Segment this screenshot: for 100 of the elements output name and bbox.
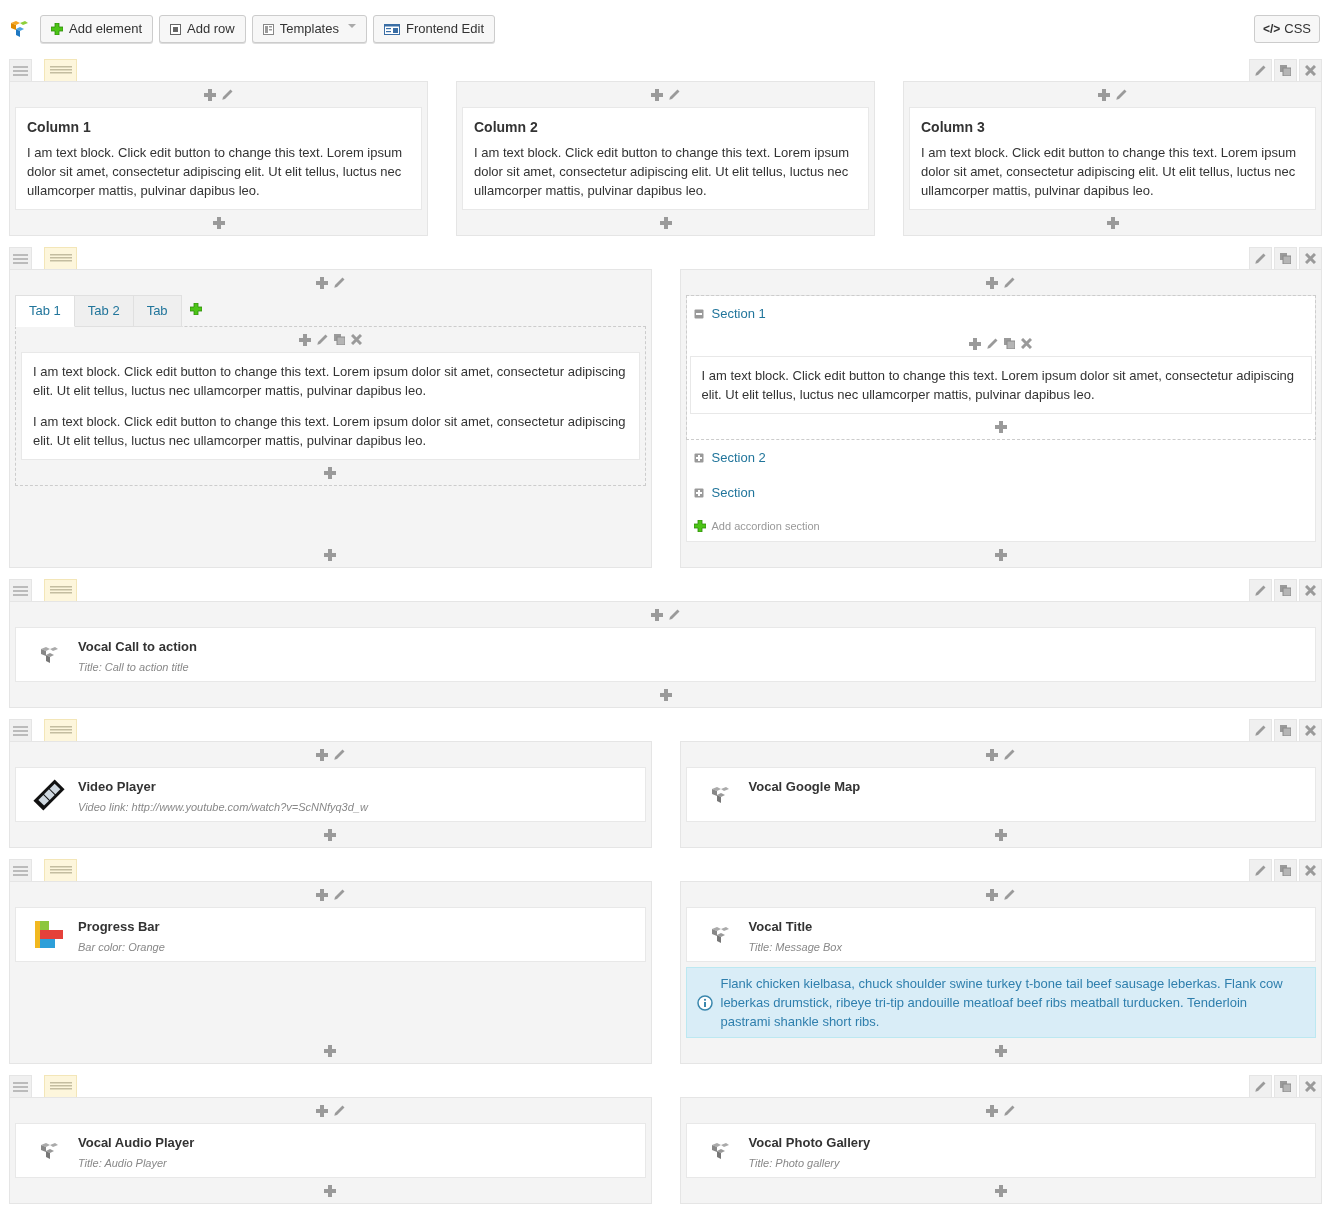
pencil-icon[interactable] <box>1255 725 1266 736</box>
pencil-icon[interactable] <box>669 609 680 620</box>
layout-selector[interactable] <box>44 579 77 601</box>
plus-icon[interactable] <box>1098 88 1110 101</box>
delete-icon[interactable] <box>1305 865 1316 876</box>
pencil-icon[interactable] <box>1004 889 1016 900</box>
plus-icon[interactable] <box>986 276 999 289</box>
plus-icon[interactable] <box>659 216 672 229</box>
clone-icon[interactable] <box>1004 338 1016 349</box>
pencil-icon[interactable] <box>316 334 328 345</box>
toolbar-button[interactable]: Templates <box>251 15 367 43</box>
pencil-icon[interactable] <box>333 1105 345 1116</box>
pencil-icon[interactable] <box>1004 1105 1016 1116</box>
section-title[interactable]: Section 1 <box>711 303 766 324</box>
pencil-icon[interactable] <box>1116 89 1127 100</box>
plus-icon[interactable] <box>315 748 328 761</box>
pencil-icon[interactable] <box>1004 749 1016 760</box>
plus-icon[interactable] <box>994 828 1007 841</box>
toolbar-button[interactable]: Frontend Edit <box>372 15 495 43</box>
plus-icon[interactable] <box>659 688 672 701</box>
pencil-icon[interactable] <box>1255 585 1266 596</box>
plus-icon[interactable] <box>994 548 1007 561</box>
layout-selector[interactable] <box>44 859 77 881</box>
section-title[interactable]: Section <box>711 482 755 503</box>
pencil-icon[interactable] <box>1255 865 1266 876</box>
add-section-icon[interactable] <box>693 520 706 532</box>
tab[interactable]: Tab 2 <box>73 295 134 327</box>
plus-icon[interactable] <box>986 888 999 901</box>
clone-icon[interactable] <box>333 334 345 345</box>
delete-icon[interactable] <box>1305 585 1316 596</box>
delete-icon[interactable] <box>1305 1081 1316 1092</box>
plus-icon[interactable] <box>1106 216 1119 229</box>
pencil-icon[interactable] <box>1004 277 1016 288</box>
clone-icon[interactable] <box>1280 865 1291 876</box>
layout-selector[interactable] <box>44 1075 77 1097</box>
tab[interactable]: Tab <box>132 295 182 327</box>
pencil-icon[interactable] <box>333 749 345 760</box>
expand-icon[interactable] <box>693 487 704 498</box>
pencil-icon[interactable] <box>1255 253 1266 264</box>
plus-icon[interactable] <box>324 1184 337 1197</box>
layout-selector[interactable] <box>44 59 77 81</box>
expand-icon[interactable] <box>693 452 704 463</box>
pencil-icon[interactable] <box>987 338 999 349</box>
drag-handle[interactable] <box>9 719 32 741</box>
plus-icon[interactable] <box>324 466 337 479</box>
plus-icon[interactable] <box>51 23 63 35</box>
delete-icon[interactable] <box>350 334 362 345</box>
plus-icon[interactable] <box>986 748 999 761</box>
pencil-icon[interactable] <box>1255 65 1266 76</box>
toolbar-button[interactable]: Add element <box>40 15 153 43</box>
plus-icon[interactable] <box>324 1044 337 1057</box>
css-button[interactable]: </> CSS <box>1253 15 1320 43</box>
drag-handle[interactable] <box>9 579 32 601</box>
plus-icon[interactable] <box>994 420 1007 433</box>
pencil-icon[interactable] <box>1255 1081 1266 1092</box>
widget-title: Vocal Photo Gallery <box>748 1134 871 1152</box>
add-tab-icon[interactable] <box>189 302 202 315</box>
block-title: Column 3 <box>921 118 986 137</box>
section-title[interactable]: Section 2 <box>711 447 766 468</box>
plus-icon[interactable] <box>315 888 328 901</box>
plus-icon[interactable] <box>651 608 663 621</box>
collapse-icon[interactable] <box>693 308 704 319</box>
clone-icon[interactable] <box>1280 1081 1291 1092</box>
plus-icon[interactable] <box>969 337 982 350</box>
tab[interactable]: Tab 1 <box>15 295 75 327</box>
pencil-icon[interactable] <box>333 277 345 288</box>
pencil-icon[interactable] <box>669 89 680 100</box>
plus-icon[interactable] <box>315 1104 328 1117</box>
plus-icon[interactable] <box>651 88 663 101</box>
clone-icon[interactable] <box>1280 65 1291 76</box>
plus-icon[interactable] <box>994 1044 1007 1057</box>
plus-icon[interactable] <box>324 548 337 561</box>
plus-icon[interactable] <box>204 88 216 101</box>
clone-icon[interactable] <box>1280 725 1291 736</box>
plus-icon[interactable] <box>212 216 225 229</box>
plus-icon[interactable] <box>994 1184 1007 1197</box>
plus-icon[interactable] <box>298 333 311 346</box>
delete-icon[interactable] <box>1305 65 1316 76</box>
drag-handle[interactable] <box>9 247 32 269</box>
plus-icon[interactable] <box>986 1104 999 1117</box>
delete-icon[interactable] <box>1021 338 1033 349</box>
toolbar-button[interactable]: Add row <box>159 15 246 43</box>
plus-icon[interactable] <box>315 276 328 289</box>
block-title: Column 1 <box>27 118 92 137</box>
widget-detail: Title: Photo gallery <box>748 1156 841 1171</box>
columns-layout-icon <box>49 254 72 263</box>
add-section-link[interactable]: Add accordion section <box>711 517 820 535</box>
clone-icon[interactable] <box>1280 585 1291 596</box>
drag-handle[interactable] <box>9 859 32 881</box>
layout-selector[interactable] <box>44 247 77 269</box>
drag-handle[interactable] <box>9 59 32 81</box>
delete-icon[interactable] <box>1305 253 1316 264</box>
pencil-icon[interactable] <box>333 889 345 900</box>
layout-selector[interactable] <box>44 719 77 741</box>
delete-icon[interactable] <box>1305 725 1316 736</box>
drag-handle[interactable] <box>9 1075 32 1097</box>
plus-icon[interactable] <box>324 828 337 841</box>
pencil-icon[interactable] <box>222 89 233 100</box>
paragraph: I am text block. Click edit button to change this text. Lorem ipsum dolor sit amet, consectetur adipiscing elit. Ut elit tellus, luctus nec ullamcorper mattis, pulvinar dapibus leo. <box>474 144 850 200</box>
clone-icon[interactable] <box>1280 253 1291 264</box>
